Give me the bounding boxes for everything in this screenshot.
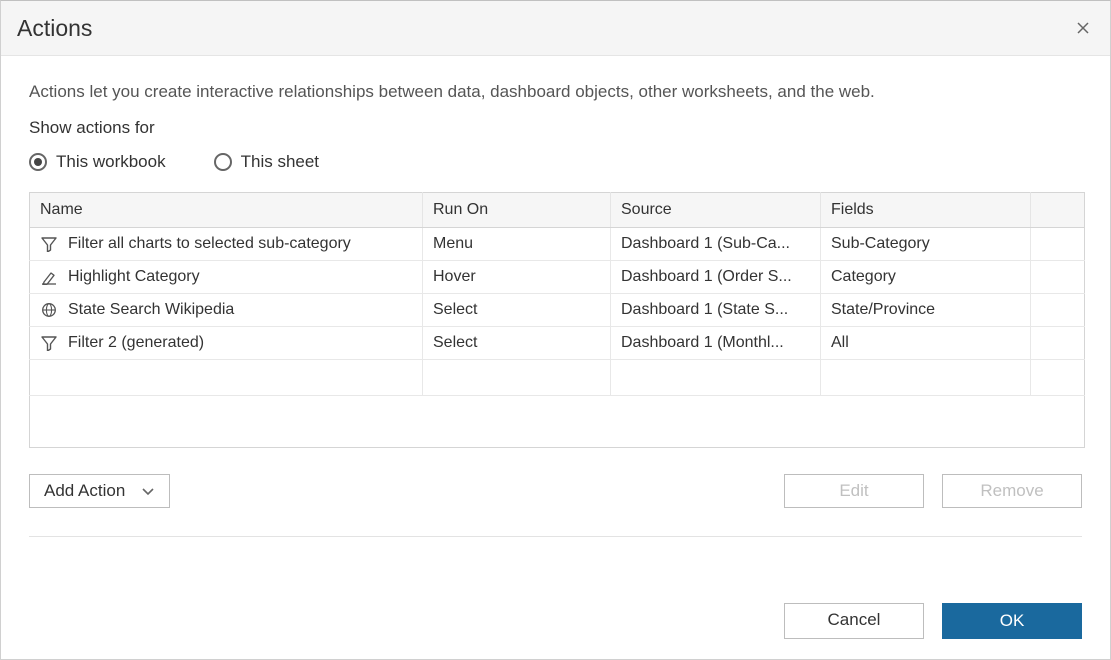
table-row-empty: [30, 360, 1085, 396]
chevron-down-icon: [141, 484, 155, 498]
radio-label: This sheet: [241, 152, 319, 172]
cell-pad: [1031, 228, 1085, 261]
dialog-footer: Cancel OK: [1, 589, 1110, 659]
col-header-fields[interactable]: Fields: [821, 193, 1031, 228]
cell-pad: [1031, 261, 1085, 294]
dialog-body: Actions let you create interactive relat…: [1, 56, 1110, 589]
action-name: Filter all charts to selected sub-catego…: [68, 235, 351, 253]
action-buttons-row: Add Action Edit Remove: [29, 474, 1082, 508]
table-header-row: Name Run On Source Fields: [30, 193, 1085, 228]
action-name: Highlight Category: [68, 268, 200, 286]
name-cell: State Search Wikipedia: [40, 301, 412, 319]
name-cell: Filter all charts to selected sub-catego…: [40, 235, 412, 253]
cell-run_on: Select: [423, 294, 611, 327]
actions-dialog: Actions Actions let you create interacti…: [0, 0, 1111, 660]
close-icon[interactable]: [1072, 17, 1094, 39]
cancel-button[interactable]: Cancel: [784, 603, 924, 639]
cell-pad: [1031, 294, 1085, 327]
table-filler: [30, 396, 1085, 448]
table-row[interactable]: State Search Wikipedia SelectDashboard 1 …: [30, 294, 1085, 327]
cell-fields: Sub-Category: [821, 228, 1031, 261]
cell-run_on: Menu: [423, 228, 611, 261]
cell-fields: State/Province: [821, 294, 1031, 327]
radio-this-sheet[interactable]: This sheet: [214, 152, 319, 172]
name-cell: Highlight Category: [40, 268, 412, 286]
dialog-title: Actions: [17, 15, 92, 42]
remove-button[interactable]: Remove: [942, 474, 1082, 508]
col-header-source[interactable]: Source: [611, 193, 821, 228]
add-action-label: Add Action: [44, 481, 125, 501]
ok-button[interactable]: OK: [942, 603, 1082, 639]
edit-button[interactable]: Edit: [784, 474, 924, 508]
cell-pad: [1031, 327, 1085, 360]
radio-label: This workbook: [56, 152, 166, 172]
cell-run_on: Hover: [423, 261, 611, 294]
action-name: State Search Wikipedia: [68, 301, 234, 319]
col-header-run-on[interactable]: Run On: [423, 193, 611, 228]
radio-this-workbook[interactable]: This workbook: [29, 152, 166, 172]
cell-fields: Category: [821, 261, 1031, 294]
radio-indicator: [29, 153, 47, 171]
cell-source: Dashboard 1 (State S...: [611, 294, 821, 327]
scope-radio-group: This workbook This sheet: [29, 152, 1082, 172]
action-name: Filter 2 (generated): [68, 334, 204, 352]
col-header-pad: [1031, 193, 1085, 228]
table-row[interactable]: Filter all charts to selected sub-catego…: [30, 228, 1085, 261]
cell-source: Dashboard 1 (Order S...: [611, 261, 821, 294]
dialog-description: Actions let you create interactive relat…: [29, 82, 1082, 102]
cell-fields: All: [821, 327, 1031, 360]
radio-indicator: [214, 153, 232, 171]
footer-separator: [29, 536, 1082, 537]
table-row[interactable]: Highlight Category HoverDashboard 1 (Orde…: [30, 261, 1085, 294]
table-row[interactable]: Filter 2 (generated) SelectDashboard 1 (M…: [30, 327, 1085, 360]
globe-icon: [40, 302, 58, 318]
filter-icon: [40, 335, 58, 351]
cell-source: Dashboard 1 (Monthl...: [611, 327, 821, 360]
titlebar: Actions: [1, 1, 1110, 56]
col-header-name[interactable]: Name: [30, 193, 423, 228]
add-action-dropdown[interactable]: Add Action: [29, 474, 170, 508]
name-cell: Filter 2 (generated): [40, 334, 412, 352]
filter-icon: [40, 236, 58, 252]
cell-run_on: Select: [423, 327, 611, 360]
show-actions-label: Show actions for: [29, 118, 1082, 138]
edit-remove-group: Edit Remove: [784, 474, 1082, 508]
actions-table: Name Run On Source Fields Filter all cha…: [29, 192, 1085, 448]
highlight-icon: [40, 269, 58, 285]
cell-source: Dashboard 1 (Sub-Ca...: [611, 228, 821, 261]
